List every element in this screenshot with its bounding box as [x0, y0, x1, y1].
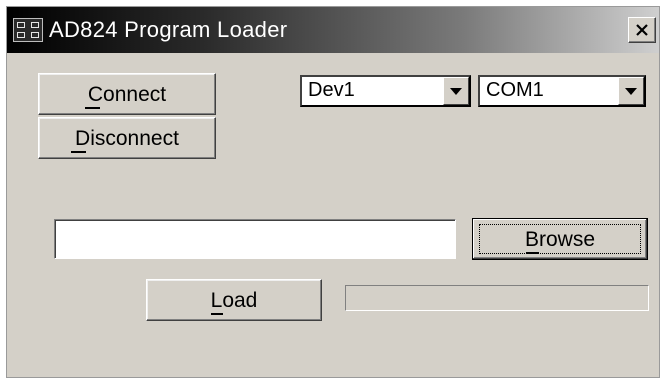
connect-label: Connect	[87, 83, 167, 106]
load-button[interactable]: Load	[146, 279, 322, 321]
device-select[interactable]: Dev1	[300, 75, 471, 107]
ad-app-icon	[13, 18, 43, 42]
port-select[interactable]: COM1	[478, 75, 646, 107]
browse-button[interactable]: Browse	[472, 218, 648, 260]
file-path-field[interactable]	[54, 219, 456, 259]
disconnect-label: Disconnect	[75, 127, 179, 150]
window-title: AD824 Program Loader	[49, 17, 288, 42]
disconnect-button[interactable]: Disconnect	[38, 117, 216, 159]
browse-mnemonic-underline	[526, 252, 539, 254]
close-button[interactable]	[628, 17, 656, 43]
disconnect-mnemonic-underline	[71, 151, 86, 153]
load-progress-bar	[345, 285, 649, 311]
chevron-down-icon	[450, 88, 462, 95]
browse-label: Browse	[524, 228, 596, 251]
load-label: Load	[210, 289, 258, 312]
title-bar[interactable]: AD824 Program Loader	[7, 7, 659, 53]
load-mnemonic-underline	[211, 313, 223, 315]
device-select-value: Dev1	[308, 79, 355, 101]
connect-mnemonic-underline	[85, 107, 100, 109]
port-select-value: COM1	[486, 79, 544, 101]
close-icon	[636, 24, 648, 36]
chevron-down-icon	[625, 88, 637, 95]
device-dropdown-button[interactable]	[443, 77, 469, 105]
connect-button[interactable]: Connect	[38, 73, 216, 115]
port-dropdown-button[interactable]	[618, 77, 644, 105]
program-loader-window: AD824 Program Loader Connect Disconnect …	[6, 6, 660, 378]
